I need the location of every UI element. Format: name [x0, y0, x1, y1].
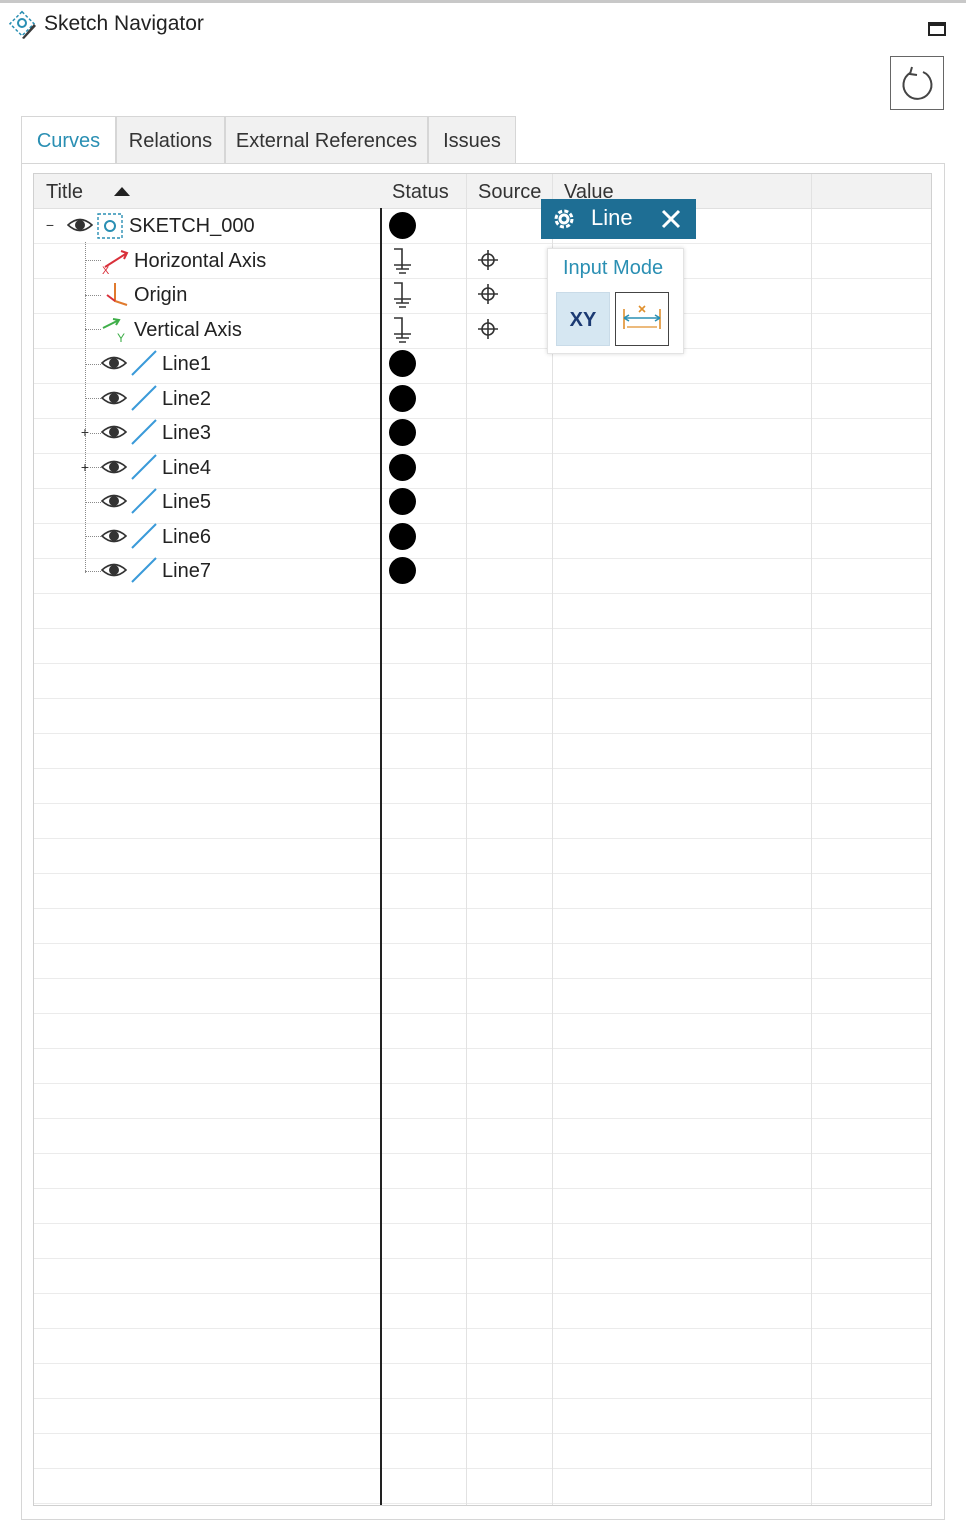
tree-row-line7[interactable]: Line7: [34, 553, 931, 587]
status-filled-circle: [389, 488, 416, 515]
tree-item-label: Vertical Axis: [134, 319, 242, 341]
visibility-eye-icon[interactable]: [101, 560, 127, 580]
visibility-eye-icon[interactable]: [101, 388, 127, 408]
title-bar: Sketch Navigator: [0, 6, 966, 46]
column-status-label: Status: [392, 181, 449, 203]
tab-curves[interactable]: Curves: [21, 116, 116, 166]
tree-row-line6[interactable]: Line6: [34, 519, 931, 553]
tab-issues[interactable]: Issues: [428, 116, 516, 164]
line-popup: Line Input Mode XY: [541, 199, 696, 356]
status-filled-circle: [389, 557, 416, 584]
tab-relations-label: Relations: [128, 130, 213, 152]
ground-icon: [394, 248, 411, 274]
column-header-title[interactable]: Title: [34, 174, 380, 208]
status-filled-circle: [389, 419, 416, 446]
visibility-eye-icon[interactable]: [101, 422, 127, 442]
tree-item-label: Line4: [162, 457, 211, 479]
visibility-eye-icon[interactable]: [67, 215, 93, 235]
tree-row-line3[interactable]: + Line3: [34, 415, 931, 449]
horizontal-axis-icon: X: [102, 250, 129, 275]
sketch-navigator-icon: [8, 10, 38, 40]
tree-row-horizontal-axis[interactable]: X Horizontal Axis: [34, 243, 931, 277]
tab-external-references-label: External References: [235, 130, 418, 152]
ground-icon: [394, 317, 411, 343]
sketch-icon: [97, 213, 123, 239]
svg-text:Y: Y: [117, 331, 125, 344]
xy-input-button[interactable]: XY: [556, 292, 610, 346]
tree-row-vertical-axis[interactable]: Y Vertical Axis: [34, 312, 931, 346]
tree-row-line5[interactable]: Line5: [34, 484, 931, 518]
collapse-icon[interactable]: −: [45, 218, 55, 232]
column-header-source[interactable]: Source: [466, 174, 552, 208]
tab-issues-label: Issues: [443, 130, 501, 152]
status-filled-circle: [389, 523, 416, 550]
line-icon: [131, 385, 157, 411]
tree-item-label: Horizontal Axis: [134, 250, 267, 272]
tree-item-label: Line5: [162, 491, 211, 513]
tree-item-label: Line2: [162, 388, 211, 410]
window-title: Sketch Navigator: [44, 12, 204, 35]
length-dimension-icon: [623, 305, 661, 329]
curves-tree-grid[interactable]: Title Status Source Value − SKETCH_000 X…: [33, 173, 932, 1506]
reset-button[interactable]: [890, 56, 944, 110]
tab-external-references[interactable]: External References: [225, 116, 428, 164]
origin-icon: [106, 283, 128, 306]
line-icon: [131, 454, 157, 480]
tree-item-label: Line6: [162, 526, 211, 548]
status-filled-circle: [389, 350, 416, 377]
tree-item-label: Line3: [162, 422, 211, 444]
status-filled-circle: [389, 212, 416, 239]
close-icon[interactable]: [660, 208, 682, 230]
line-popup-title: Line: [591, 205, 633, 230]
gear-icon[interactable]: [552, 207, 576, 231]
visibility-eye-icon[interactable]: [101, 353, 127, 373]
line-icon: [131, 523, 157, 549]
svg-text:X: X: [102, 265, 110, 275]
target-icon: [478, 319, 498, 339]
line-popup-body: Input Mode XY: [547, 248, 684, 354]
line-popup-header[interactable]: Line: [541, 199, 696, 239]
target-icon: [478, 250, 498, 270]
tree-row-origin[interactable]: Origin: [34, 277, 931, 311]
tree-item-label: Line1: [162, 353, 211, 375]
window-top-border: [0, 0, 966, 3]
line-icon: [131, 419, 157, 445]
line-icon: [131, 350, 157, 376]
status-filled-circle: [389, 385, 416, 412]
visibility-eye-icon[interactable]: [101, 491, 127, 511]
status-filled-circle: [389, 454, 416, 481]
tree-row-line4[interactable]: + Line4: [34, 450, 931, 484]
tree-item-label: Origin: [134, 284, 188, 306]
visibility-eye-icon[interactable]: [101, 526, 127, 546]
sort-ascending-icon: [114, 187, 130, 196]
visibility-eye-icon[interactable]: [101, 457, 127, 477]
input-mode-label: Input Mode: [563, 257, 664, 279]
tab-relations[interactable]: Relations: [116, 116, 225, 164]
target-icon: [478, 284, 498, 304]
tree-row-line2[interactable]: Line2: [34, 381, 931, 415]
column-header-row: Title Status Source Value: [34, 174, 931, 209]
expand-icon[interactable]: +: [80, 425, 90, 439]
undo-rotate-icon: [902, 66, 933, 100]
ground-icon: [394, 282, 411, 308]
tree-row-sketch[interactable]: − SKETCH_000: [34, 208, 931, 242]
column-header-status[interactable]: Status: [380, 174, 466, 208]
column-title-label: Title: [46, 181, 84, 203]
tree-item-label: SKETCH_000: [129, 215, 255, 237]
tab-curves-label: Curves: [36, 130, 101, 152]
line-icon: [131, 557, 157, 583]
xy-button-label: XY: [569, 309, 597, 331]
tree-row-line1[interactable]: Line1: [34, 346, 931, 380]
line-icon: [131, 488, 157, 514]
column-source-label: Source: [478, 181, 542, 203]
length-input-button[interactable]: [615, 292, 669, 346]
tree-item-label: Line7: [162, 560, 211, 582]
expand-icon[interactable]: +: [80, 460, 90, 474]
maximize-icon[interactable]: [928, 22, 946, 36]
vertical-axis-icon: Y: [102, 318, 125, 344]
